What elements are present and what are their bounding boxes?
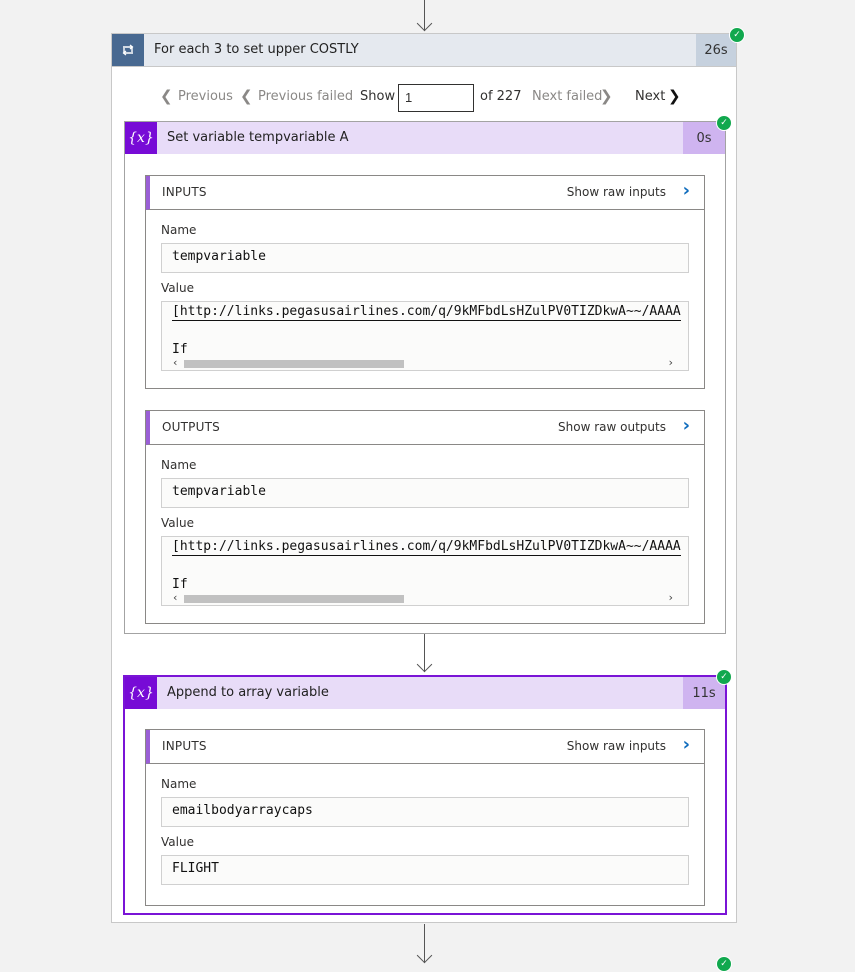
inputs-label: INPUTS bbox=[162, 185, 207, 199]
scrollbar-thumb[interactable] bbox=[184, 360, 404, 368]
scroll-left-icon[interactable]: ‹ bbox=[172, 591, 179, 604]
success-check-icon: ✓ bbox=[716, 956, 732, 972]
append-array-header[interactable]: {x} Append to array variable 11s bbox=[125, 677, 725, 709]
previous-failed-chevron-icon: ❮ bbox=[240, 87, 253, 105]
next-failed-button[interactable]: Next failed bbox=[532, 89, 602, 104]
scroll-left-icon[interactable]: ‹ bbox=[172, 356, 179, 369]
iteration-number-input[interactable]: 1 bbox=[398, 84, 474, 112]
outputs-section-header[interactable]: OUTPUTS Show raw outputs › bbox=[146, 411, 704, 445]
next-failed-chevron-icon: ❯ bbox=[600, 87, 613, 105]
inputs-section-header[interactable]: INPUTS Show raw inputs › bbox=[146, 176, 704, 210]
total-iterations: of 227 bbox=[480, 89, 522, 104]
name-value-field: tempvariable bbox=[161, 478, 689, 508]
set-variable-title: Set variable tempvariable A bbox=[167, 130, 349, 145]
append-array-card: {x} Append to array variable 11s INPUTS … bbox=[123, 675, 727, 915]
bottom-connector-arrowhead bbox=[416, 947, 433, 964]
next-button[interactable]: Next bbox=[635, 89, 665, 104]
show-raw-inputs-link[interactable]: Show raw inputs bbox=[567, 739, 666, 753]
value-field: FLIGHT bbox=[161, 855, 689, 885]
outputs-label: OUTPUTS bbox=[162, 420, 220, 434]
show-raw-outputs-link[interactable]: Show raw outputs bbox=[558, 420, 666, 434]
scroll-right-icon[interactable]: › bbox=[667, 356, 674, 369]
previous-failed-button[interactable]: Previous failed bbox=[258, 89, 353, 104]
success-check-icon: ✓ bbox=[716, 669, 732, 685]
iteration-pager: ❮ Previous ❮ Previous failed Show 1 of 2… bbox=[160, 84, 696, 112]
chevron-right-icon[interactable]: › bbox=[683, 415, 690, 436]
name-value-field: tempvariable bbox=[161, 243, 689, 273]
value-label: Value bbox=[161, 835, 194, 849]
set-variable-header[interactable]: {x} Set variable tempvariable A 0s bbox=[125, 122, 725, 154]
set-variable-card: {x} Set variable tempvariable A 0s INPUT… bbox=[124, 121, 726, 634]
scroll-right-icon[interactable]: › bbox=[667, 591, 674, 604]
loop-icon bbox=[112, 34, 144, 66]
success-check-icon: ✓ bbox=[716, 115, 732, 131]
foreach-header[interactable]: For each 3 to set upper COSTLY 26s bbox=[112, 34, 736, 67]
horizontal-scrollbar[interactable]: ‹ › bbox=[172, 356, 674, 369]
value-label: Value bbox=[161, 281, 194, 295]
previous-chevron-icon: ❮ bbox=[160, 87, 173, 105]
top-connector-arrowhead bbox=[416, 15, 433, 32]
name-value-field: emailbodyarraycaps bbox=[161, 797, 689, 827]
horizontal-scrollbar[interactable]: ‹ › bbox=[172, 591, 674, 604]
name-label: Name bbox=[161, 458, 197, 472]
chevron-right-icon[interactable]: › bbox=[683, 180, 690, 201]
scrollbar-thumb[interactable] bbox=[184, 595, 404, 603]
show-label: Show bbox=[360, 89, 396, 104]
previous-button[interactable]: Previous bbox=[178, 89, 233, 104]
name-label: Name bbox=[161, 777, 197, 791]
inputs-section: INPUTS Show raw inputs › Name tempvariab… bbox=[145, 175, 705, 389]
inputs-label: INPUTS bbox=[162, 739, 207, 753]
append-array-title: Append to array variable bbox=[167, 685, 329, 700]
chevron-right-icon[interactable]: › bbox=[683, 734, 690, 755]
value-field[interactable]: [http://links.pegasusairlines.com/q/9kMF… bbox=[161, 301, 689, 371]
value-text-line: [http://links.pegasusairlines.com/q/9kMF… bbox=[172, 539, 681, 556]
value-field[interactable]: [http://links.pegasusairlines.com/q/9kMF… bbox=[161, 536, 689, 606]
value-label: Value bbox=[161, 516, 194, 530]
value-text-line: If bbox=[172, 577, 188, 592]
show-raw-inputs-link[interactable]: Show raw inputs bbox=[567, 185, 666, 199]
next-chevron-icon: ❯ bbox=[668, 87, 681, 105]
variable-icon: {x} bbox=[125, 122, 157, 154]
value-text-line: If bbox=[172, 342, 188, 357]
variable-icon: {x} bbox=[125, 677, 157, 709]
success-check-icon: ✓ bbox=[729, 27, 745, 43]
inputs-section-header[interactable]: INPUTS Show raw inputs › bbox=[146, 730, 704, 764]
name-label: Name bbox=[161, 223, 197, 237]
value-text-line: [http://links.pegasusairlines.com/q/9kMF… bbox=[172, 304, 681, 321]
outputs-section: OUTPUTS Show raw outputs › Name tempvari… bbox=[145, 410, 705, 624]
inputs-section: INPUTS Show raw inputs › Name emailbodya… bbox=[145, 729, 705, 906]
foreach-title: For each 3 to set upper COSTLY bbox=[154, 42, 359, 57]
